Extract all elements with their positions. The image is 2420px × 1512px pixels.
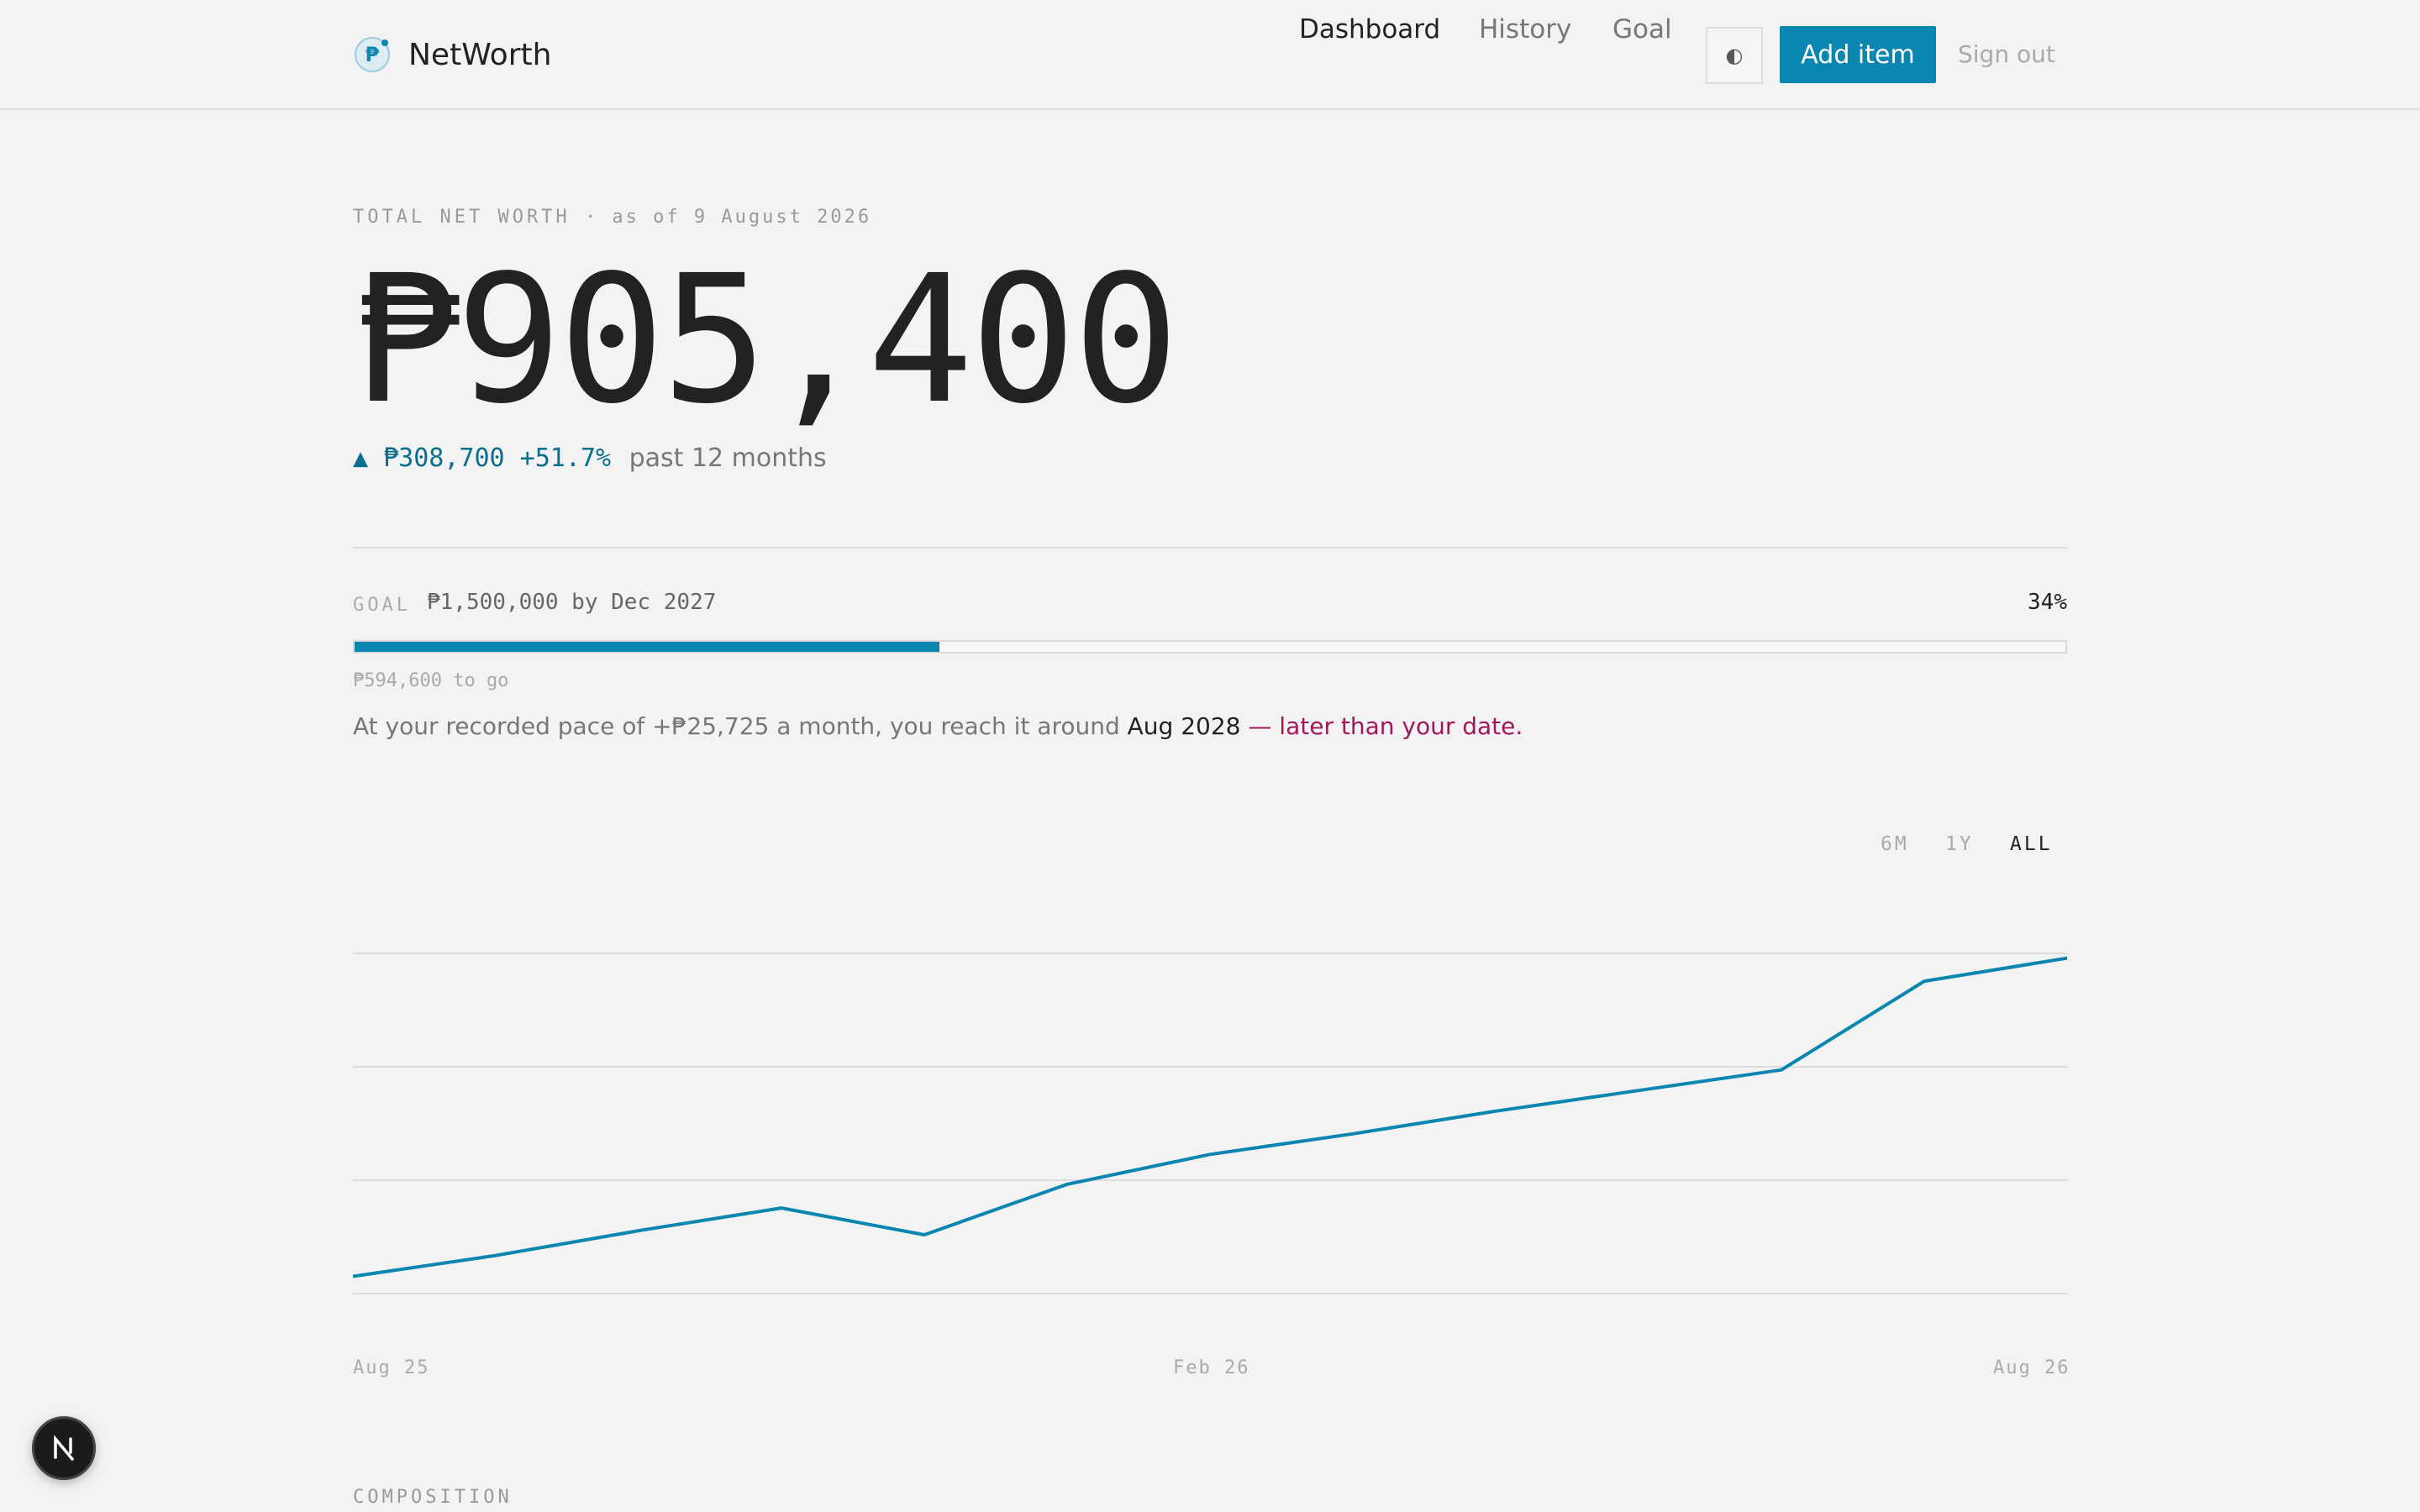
range-tab-6m[interactable]: 6M [1881,833,1909,858]
top-bar: ₱ NetWorth Dashboard History Goal ◐ Add … [0,0,2420,110]
net-worth-chart [352,953,2068,1294]
goal-progress-bar [353,640,2067,654]
pace-prefix: At your recorded pace of +₱25,725 a mont… [353,712,1120,740]
add-item-button[interactable]: Add item [1780,26,1936,83]
goal-pace-note: At your recorded pace of +₱25,725 a mont… [353,712,1523,740]
theme-toggle-button[interactable]: ◐ [1706,27,1763,84]
net-worth-change: ▲ ₱308,700 +51.7% past 12 months [353,444,827,473]
x-tick-label: Feb 26 [1173,1357,1250,1378]
goal-percent: 34% [2028,590,2067,615]
nav-goal[interactable]: Goal [1612,0,1672,59]
goal-progress-fill [355,642,940,652]
net-worth-series-line [352,956,2068,1278]
brand[interactable]: ₱ NetWorth [353,34,551,76]
next-dev-badge[interactable] [32,1416,96,1480]
pace-date: Aug 2028 [1127,712,1241,740]
x-tick-label: Aug 25 [353,1357,430,1378]
nav-history[interactable]: History [1479,0,1571,59]
change-amount: ▲ ₱308,700 +51.7% [353,444,612,473]
net-worth-label: TOTAL NET WORTH · as of 9 August 2026 [353,207,871,228]
pace-warning: — later than your date. [1248,712,1523,740]
brand-name: NetWorth [408,37,552,72]
x-tick-label: Aug 26 [1993,1357,2070,1378]
range-tab-1y[interactable]: 1Y [1945,833,1974,858]
nav-dashboard[interactable]: Dashboard [1299,0,1440,59]
goal-remaining: ₱594,600 to go [353,670,509,691]
peso-logo-icon: ₱ [355,37,390,72]
change-period: past 12 months [629,444,827,473]
range-tab-all[interactable]: ALL [2010,833,2053,858]
goal-label: GOAL [353,595,411,616]
sign-out-link[interactable]: Sign out [1958,26,2055,83]
net-worth-title: TOTAL NET WORTH [353,207,571,228]
n-logo-icon [54,1435,74,1461]
half-circle-icon: ◐ [1725,44,1744,67]
section-divider [353,547,2067,549]
as-of-date: · as of 9 August 2026 [584,207,872,228]
goal-summary: GOAL ₱1,500,000 by Dec 2027 34% [353,588,2067,622]
goal-target: ₱1,500,000 by Dec 2027 [427,590,717,615]
net-worth-value: ₱905,400 [353,237,1179,443]
svg-text:₱: ₱ [366,43,380,66]
composition-heading: COMPOSITION [353,1487,513,1508]
